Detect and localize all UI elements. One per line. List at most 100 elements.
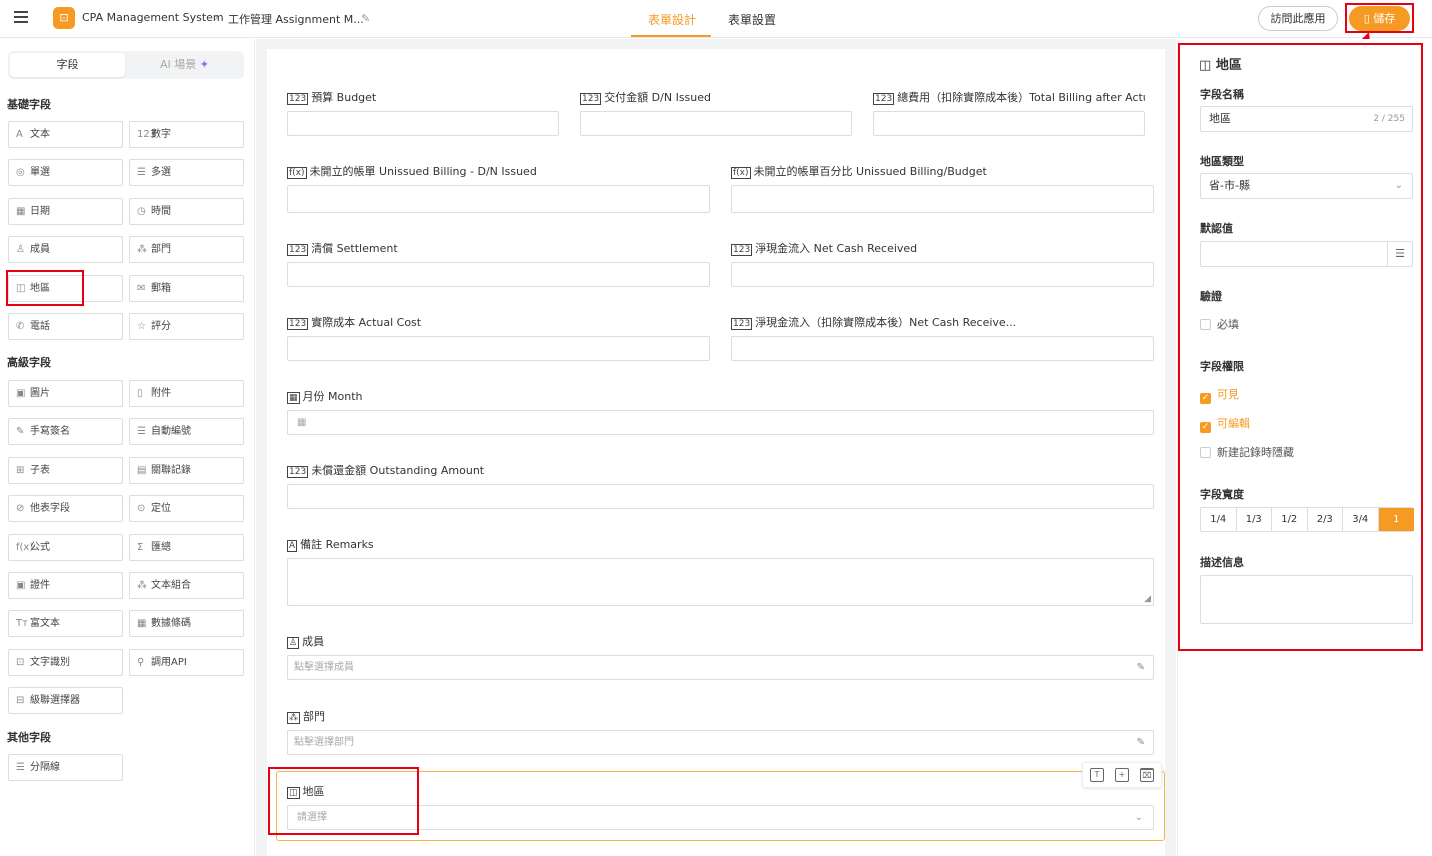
form-field-input-11[interactable]: ◢ (287, 558, 1154, 606)
field-type-icon: ▤ (137, 464, 147, 476)
form-field-input-8[interactable] (731, 336, 1154, 361)
palette-field-label: 文本 (30, 129, 50, 140)
form-field-label-text: 淨現金流入（扣除實際成本後）Net Cash Receive... (755, 316, 1017, 329)
form-field-label-1[interactable]: 123 交付金額 D/N Issued (580, 89, 711, 105)
app-logo-icon[interactable]: ⊡ (53, 7, 75, 29)
tab-form-design[interactable]: 表單設計 (648, 11, 696, 28)
palette-field-1-9[interactable]: Σ 匯總 (129, 533, 244, 561)
palette-field-1-10[interactable]: ▣ 證件 (8, 572, 123, 599)
app-name[interactable]: CPA Management System (82, 11, 224, 24)
edit-icon[interactable]: ✎ (1137, 656, 1145, 679)
palette-field-label: 成員 (30, 244, 50, 256)
form-field-type-icon: 123 (287, 244, 309, 256)
field-type-icon: ♙ (16, 244, 25, 256)
palette-field-1-14[interactable]: ⊡ 文字識別 (8, 648, 123, 676)
palette-field-0-1[interactable]: 123數字 (129, 121, 244, 148)
palette-field-0-4[interactable]: ▦ 日期 (8, 197, 123, 225)
edit-icon[interactable]: ✎ (1137, 731, 1145, 754)
palette-field-1-0[interactable]: ▣ 圖片 (8, 380, 123, 407)
resize-handle-icon[interactable]: ◢ (1144, 588, 1151, 611)
palette-field-0-2[interactable]: ◎ 單選 (8, 159, 123, 187)
segment-fields[interactable]: 字段 (10, 53, 125, 77)
form-field-label-4[interactable]: f(x) 未開立的帳單百分比 Unissued Billing/Budget (731, 163, 987, 179)
palette-field-1-3[interactable]: ☰ 自動編號 (129, 418, 244, 446)
form-field-input-0[interactable] (287, 111, 559, 136)
form-field-label-0[interactable]: 123 預算 Budget (287, 89, 376, 105)
visit-app-button[interactable]: 訪問此應用 (1258, 6, 1338, 31)
palette-field-1-6[interactable]: ⊘ 他表字段 (8, 495, 123, 523)
palette-field-0-11[interactable]: ☆ 評分 (129, 313, 244, 340)
palette-field-1-4[interactable]: ⊞ 子表 (8, 456, 123, 484)
palette-field-label: 日期 (30, 205, 50, 217)
segment-ai-scenes[interactable]: AI 場景 ✦ (127, 53, 242, 77)
group-title-other: 其他字段 (7, 731, 51, 744)
form-field-input-2[interactable] (873, 111, 1145, 136)
form-field-type-icon: A (287, 540, 298, 552)
palette-field-1-8[interactable]: f(x)公式 (8, 533, 123, 561)
palette-field-2-0[interactable]: ☰ 分隔線 (8, 754, 123, 781)
breadcrumb-chevron-icon: › (214, 10, 219, 24)
form-field-label-8[interactable]: 123 淨現金流入（扣除實際成本後）Net Cash Receive... (731, 314, 1016, 330)
palette-field-1-5[interactable]: ▤ 關聯記錄 (129, 456, 244, 484)
palette-field-0-3[interactable]: ☰ 多選 (129, 159, 244, 187)
palette-field-1-1[interactable]: ▯ 附件 (129, 380, 244, 407)
form-field-type-icon: ⁂ (287, 712, 300, 724)
form-field-label-6[interactable]: 123 淨現金流入 Net Cash Received (731, 240, 917, 256)
form-field-input-10[interactable] (287, 484, 1154, 509)
form-field-input-4[interactable] (731, 185, 1154, 213)
form-field-label-5[interactable]: 123 清償 Settlement (287, 240, 398, 256)
form-field-input-7[interactable] (287, 336, 710, 361)
palette-field-label: 關聯記錄 (151, 464, 191, 476)
palette-field-1-11[interactable]: ⁂ 文本組合 (129, 572, 244, 599)
palette-field-0-9[interactable]: ✉ 郵箱 (129, 274, 244, 302)
form-field-label-text: 淨現金流入 Net Cash Received (755, 242, 918, 255)
field-type-icon: Σ (137, 541, 144, 553)
edit-icon[interactable]: ✎ (361, 12, 370, 25)
palette-field-1-15[interactable]: ⚲ 調用API (129, 648, 244, 676)
palette-field-label: 手寫簽名 (30, 426, 70, 438)
palette-field-0-5[interactable]: ◷ 時間 (129, 197, 244, 225)
palette-field-0-6[interactable]: ♙ 成員 (8, 236, 123, 264)
form-field-label-text: 備註 Remarks (300, 538, 374, 551)
duplicate-icon[interactable]: + (1115, 768, 1129, 782)
palette-field-1-12[interactable]: Tт 富文本 (8, 610, 123, 638)
palette-field-label: 匯總 (151, 541, 171, 553)
form-field-input-13[interactable]: 點擊選擇部門 ✎ (287, 730, 1154, 755)
palette-field-1-16[interactable]: ⊟ 級聯選擇器 (8, 687, 123, 715)
palette-field-label: 分隔線 (30, 762, 60, 773)
palette-field-0-0[interactable]: A 文本 (8, 121, 123, 148)
form-field-label-7[interactable]: 123 實際成本 Actual Cost (287, 314, 421, 330)
menu-icon[interactable] (14, 11, 28, 23)
tab-form-settings[interactable]: 表單設置 (728, 11, 776, 28)
form-field-label-9[interactable]: ▦ 月份 Month (287, 388, 363, 404)
form-field-label-12[interactable]: ♙ 成員 (287, 633, 324, 649)
form-field-input-1[interactable] (580, 111, 852, 136)
form-field-label-text: 月份 Month (302, 390, 363, 403)
form-field-label-11[interactable]: A 備註 Remarks (287, 536, 374, 552)
form-field-type-icon: 123 (580, 93, 602, 105)
palette-field-1-7[interactable]: ⊙ 定位 (129, 495, 244, 523)
form-field-label-text: 成員 (302, 635, 325, 648)
form-field-label-text: 交付金額 D/N Issued (604, 91, 712, 104)
palette-field-label: 子表 (30, 464, 50, 476)
palette-field-1-13[interactable]: ▦ 數據條碼 (129, 610, 244, 638)
form-name[interactable]: 工作管理 Assignment M... (228, 11, 364, 27)
sparkle-icon: ✦ (199, 58, 209, 71)
form-field-label-10[interactable]: 123 未償還金額 Outstanding Amount (287, 462, 484, 478)
form-field-type-icon: 123 (287, 318, 309, 330)
palette-field-0-7[interactable]: ⁂ 部門 (129, 236, 244, 264)
form-field-type-icon: 123 (731, 244, 753, 256)
form-field-label-13[interactable]: ⁂ 部門 (287, 708, 325, 724)
text-format-icon[interactable]: T (1090, 768, 1104, 782)
delete-icon[interactable]: ⌧ (1140, 768, 1154, 782)
form-field-input-3[interactable] (287, 185, 710, 213)
form-field-input-6[interactable] (731, 262, 1154, 287)
form-field-label-3[interactable]: f(x) 未開立的帳單 Unissued Billing - D/N Issued (287, 163, 537, 179)
form-field-input-12[interactable]: 點擊選擇成員 ✎ (287, 655, 1154, 680)
form-field-input-5[interactable] (287, 262, 710, 287)
palette-field-1-2[interactable]: ✎ 手寫簽名 (8, 418, 123, 446)
palette-field-0-10[interactable]: ✆ 電話 (8, 313, 123, 340)
form-field-input-9[interactable]: ▦ (287, 410, 1154, 435)
form-field-placeholder: 點擊選擇部門 (294, 737, 354, 748)
form-field-label-2[interactable]: 123 總費用（扣除實際成本後）Total Billing after Actu.… (873, 89, 1145, 105)
